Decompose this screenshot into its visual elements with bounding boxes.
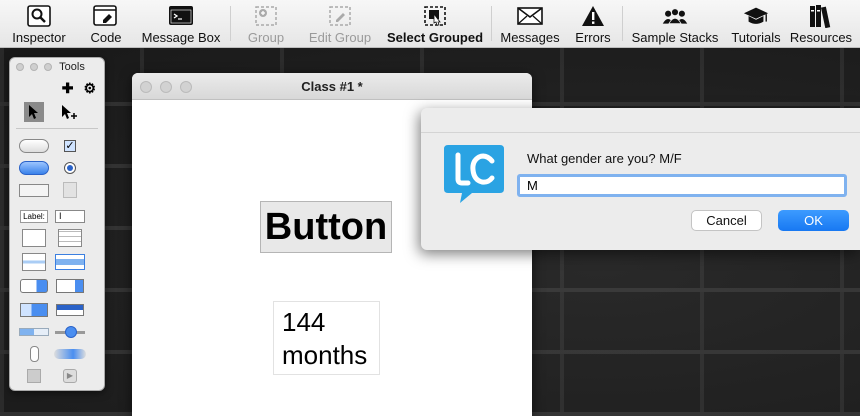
- toolbar-select-grouped-button[interactable]: Select Grouped: [381, 0, 489, 48]
- dialog-titlebar[interactable]: [421, 108, 860, 133]
- browse-tool-pointer-icon[interactable]: [16, 102, 52, 122]
- toolbar-label: Errors: [575, 30, 611, 45]
- toolbar-label: Tutorials: [731, 30, 781, 45]
- minimize-window-icon[interactable]: [160, 81, 172, 93]
- scrolling-field-tool-icon[interactable]: [16, 228, 52, 248]
- little-arrows-tool-icon[interactable]: [52, 344, 88, 364]
- card-window-titlebar[interactable]: Class #1 *: [132, 73, 532, 100]
- answer-input[interactable]: M: [517, 174, 847, 197]
- toolbar-label: Resources: [789, 30, 853, 45]
- tools-palette-titlebar[interactable]: Tools: [10, 58, 104, 76]
- main-toolbar: Inspector Code Message Box Group Edit Gr…: [0, 0, 860, 48]
- toolbar-label: Edit Group: [308, 30, 372, 45]
- gear-icon[interactable]: ⚙: [83, 80, 96, 97]
- books-icon: [808, 4, 834, 28]
- toolbar-divider: [622, 6, 623, 41]
- toolbar-code-button[interactable]: Code: [78, 0, 134, 48]
- edit-group-icon: [327, 4, 353, 28]
- months-field: 144 months: [273, 301, 380, 375]
- toolbar-sample-stacks-button[interactable]: Sample Stacks: [625, 0, 725, 48]
- warning-icon: [580, 4, 606, 28]
- cancel-button[interactable]: Cancel: [691, 210, 762, 231]
- default-button-tool-icon[interactable]: [16, 158, 52, 178]
- pulldown-menu-tool-icon[interactable]: [52, 300, 88, 320]
- zoom-window-icon[interactable]: [44, 63, 52, 71]
- combo-box-tool-icon[interactable]: [52, 276, 88, 296]
- group-icon: [253, 4, 279, 28]
- checkbox-tool-icon[interactable]: ✓: [52, 136, 88, 156]
- toolbar-label: Group: [247, 30, 285, 45]
- rectangle-button-tool-icon[interactable]: [16, 180, 52, 200]
- months-unit: months: [282, 340, 368, 370]
- close-window-icon[interactable]: [16, 63, 24, 71]
- table-field-tool-icon[interactable]: [52, 228, 88, 248]
- toolbar-group-button[interactable]: Group: [233, 0, 299, 48]
- add-tool-icon[interactable]: ✚: [62, 80, 74, 97]
- ask-dialog: What gender are you? M/F M Cancel OK: [421, 108, 860, 250]
- toolbar-errors-button[interactable]: Errors: [566, 0, 620, 48]
- slider-tool-icon[interactable]: [52, 322, 88, 342]
- radio-button-tool-icon[interactable]: [52, 158, 88, 178]
- toolbar-label: Code: [90, 30, 122, 45]
- toolbar-label: Message Box: [141, 30, 221, 45]
- text-field-tool-icon[interactable]: I: [52, 206, 88, 226]
- list-field-tool-icon[interactable]: [16, 252, 52, 272]
- people-icon: [662, 4, 688, 28]
- progress-bar-tool-icon[interactable]: [16, 322, 52, 342]
- select-grouped-icon: [422, 4, 448, 28]
- toolbar-divider: [230, 6, 231, 41]
- terminal-icon: [168, 4, 194, 28]
- toolbar-messages-button[interactable]: Messages: [494, 0, 566, 48]
- card-button[interactable]: Button: [260, 201, 392, 253]
- ok-button[interactable]: OK: [778, 210, 849, 231]
- datagrid-tool-icon[interactable]: [52, 252, 88, 272]
- toolbar-divider: [491, 6, 492, 41]
- option-menu-tool-icon[interactable]: [16, 276, 52, 296]
- envelope-icon: [517, 4, 543, 28]
- toolbar-label: Inspector: [12, 30, 66, 45]
- label-tool-icon[interactable]: Label:: [16, 206, 52, 226]
- toolbar-label: Select Grouped: [386, 30, 484, 45]
- player-tool-icon[interactable]: [16, 366, 52, 386]
- dialog-prompt: What gender are you? M/F: [527, 151, 682, 166]
- image-tool-icon[interactable]: [52, 180, 88, 200]
- graduation-cap-icon: [743, 4, 769, 28]
- toolbar-label: Messages: [500, 30, 560, 45]
- rounded-button-tool-icon[interactable]: [16, 136, 52, 156]
- scrollbar-tool-icon[interactable]: [16, 344, 52, 364]
- zoom-window-icon[interactable]: [180, 81, 192, 93]
- popup-menu-tool-icon[interactable]: [16, 300, 52, 320]
- tools-palette: Tools ✚ ⚙ ✓ Label: I ▶: [9, 57, 105, 391]
- close-window-icon[interactable]: [140, 81, 152, 93]
- toolbar-message-box-button[interactable]: Message Box: [134, 0, 228, 48]
- card-window-title: Class #1 *: [301, 79, 363, 94]
- edit-tool-pointer-icon[interactable]: [52, 102, 88, 122]
- script-icon: [93, 4, 119, 28]
- toolbar-tutorials-button[interactable]: Tutorials: [725, 0, 787, 48]
- livecode-logo-icon: [442, 141, 506, 205]
- widget-tool-icon[interactable]: ▶: [52, 366, 88, 386]
- toolbar-resources-button[interactable]: Resources: [787, 0, 855, 48]
- toolbar-label: Sample Stacks: [631, 30, 719, 45]
- toolbar-edit-group-button[interactable]: Edit Group: [299, 0, 381, 48]
- magnifier-icon: [26, 4, 52, 28]
- minimize-window-icon[interactable]: [30, 63, 38, 71]
- months-value: 144: [282, 307, 326, 337]
- toolbar-inspector-button[interactable]: Inspector: [0, 0, 78, 48]
